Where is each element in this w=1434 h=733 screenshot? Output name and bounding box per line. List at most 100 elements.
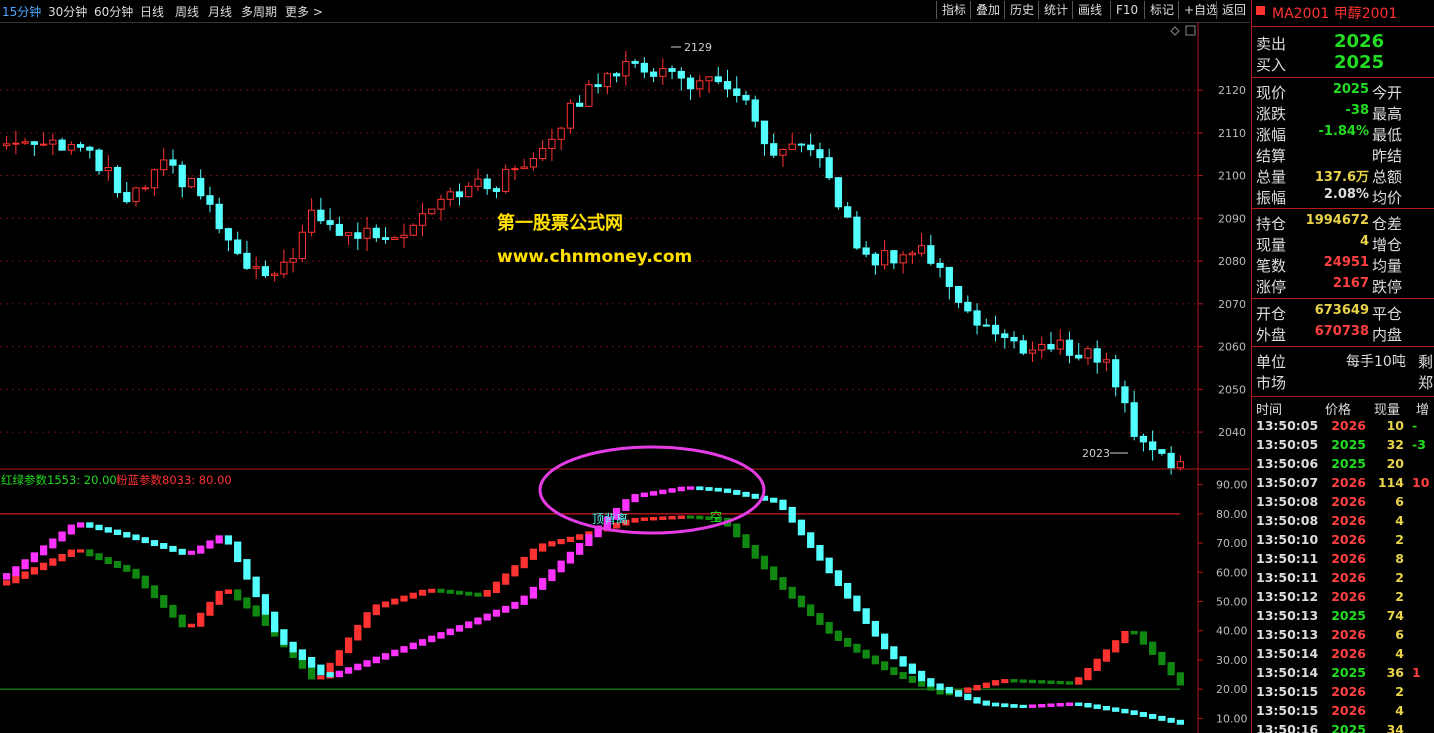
candle	[622, 61, 630, 77]
candle	[834, 177, 843, 208]
red-green-bar	[215, 590, 223, 605]
tick-row[interactable]: 13:50:08 2026 6	[1252, 494, 1434, 513]
tick-row[interactable]: 13:50:05 2026 10-	[1252, 418, 1434, 437]
tick-row[interactable]: 13:50:13 2026 6	[1252, 627, 1434, 646]
indicator-axis: 90.00 80.00 70.00 60.00 50.00 40.00 30.00 20.00…	[1198, 479, 1248, 725]
candle	[844, 206, 852, 218]
red-green-bar	[400, 595, 408, 602]
tick-row[interactable]: 13:50:13 2025 74	[1252, 608, 1434, 627]
quote-stat-label2: 均价	[1372, 189, 1403, 207]
market-row: 市场 郑	[1252, 372, 1434, 393]
position-stat-label2: 仓差	[1372, 215, 1403, 233]
buy-label: 买入	[1256, 56, 1287, 74]
red-green-bar	[991, 680, 1000, 686]
red-green-bar	[141, 575, 149, 589]
pink-blue-bar	[539, 578, 547, 590]
pink-blue-bar	[1010, 704, 1018, 708]
timeframe-more[interactable]: 更多 >	[285, 3, 323, 20]
tick-time: 13:50:05	[1256, 418, 1319, 433]
pink-blue-bar	[1038, 703, 1046, 708]
candle	[12, 142, 20, 145]
pink-blue-bar	[668, 488, 676, 493]
tick-row[interactable]: 13:50:14 2026 4	[1252, 646, 1434, 665]
candle	[908, 252, 916, 256]
candle	[760, 120, 769, 145]
timeframe-day[interactable]: 日线	[140, 3, 164, 20]
pink-blue-bar	[344, 667, 353, 674]
pink-blue-bar	[1019, 704, 1027, 708]
position-stat-value: 2167	[1332, 276, 1369, 291]
candle	[1075, 354, 1083, 359]
tick-row[interactable]: 13:50:10 2026 2	[1252, 532, 1434, 551]
candle	[631, 61, 639, 64]
red-green-bar	[381, 601, 390, 608]
tick-time: 13:50:07	[1256, 475, 1319, 490]
stats-button[interactable]: 统计	[1038, 1, 1073, 19]
tick-row[interactable]: 13:50:11 2026 8	[1252, 551, 1434, 570]
candle	[612, 73, 621, 77]
tick-row[interactable]: 13:50:08 2026 4	[1252, 513, 1434, 532]
red-green-bar	[95, 553, 103, 561]
red-green-bar	[1121, 630, 1129, 644]
red-green-bar	[1028, 679, 1037, 684]
candle	[640, 62, 648, 73]
red-green-bar	[160, 595, 168, 608]
quote-stat-row: 涨跌 -38 最高	[1252, 103, 1434, 124]
pink-blue-bar	[622, 499, 630, 511]
mark-button[interactable]: 标记	[1144, 1, 1179, 19]
candle	[696, 80, 704, 90]
timeframe-multi[interactable]: 多周期	[241, 3, 277, 20]
timeframe-30min[interactable]: 30分钟	[48, 3, 87, 20]
tick-row[interactable]: 13:50:06 2025 20	[1252, 456, 1434, 475]
tick-price: 2026	[1331, 513, 1366, 528]
candle	[1167, 452, 1175, 469]
divergence-label: 顶背离	[592, 511, 628, 526]
timeframe-60min[interactable]: 60分钟	[94, 3, 133, 20]
red-green-bar	[964, 687, 972, 693]
tick-row[interactable]: 13:50:16 2025 34	[1252, 722, 1434, 733]
red-green-bar	[539, 543, 547, 552]
f10-button[interactable]: F10	[1110, 1, 1143, 19]
tick-row[interactable]: 13:50:12 2026 2	[1252, 589, 1434, 608]
overlay-button[interactable]: 叠加	[970, 1, 1005, 19]
pink-blue-bar	[945, 686, 953, 694]
draw-button[interactable]: 画线	[1072, 1, 1107, 19]
chart-area[interactable]: 15分钟 30分钟 60分钟 日线 周线 月线 多周期 更多 > 指标 叠加 历…	[0, 0, 1250, 733]
pink-blue-bar	[67, 524, 75, 535]
tick-row[interactable]: 13:50:14 2025 36 1	[1252, 665, 1434, 684]
candle	[113, 166, 122, 194]
candle	[1130, 402, 1138, 437]
candle	[197, 177, 205, 197]
indicator-button[interactable]: 指标	[936, 1, 971, 19]
timeframe-month[interactable]: 月线	[208, 3, 232, 20]
pink-blue-bar	[1112, 707, 1120, 712]
pink-blue-bar	[816, 544, 824, 561]
kline-chart[interactable]: 2120 2110 2100 2090 2080 2070 2060 2050 2040 90.…	[0, 22, 1250, 733]
timeframe-week[interactable]: 周线	[175, 3, 199, 20]
tick-row[interactable]: 13:50:07 2026 114 10	[1252, 475, 1434, 494]
tick-row[interactable]: 13:50:15 2026 2	[1252, 684, 1434, 703]
red-green-bar	[982, 682, 990, 688]
red-green-bar	[428, 588, 436, 593]
back-button[interactable]: 返回	[1216, 1, 1251, 19]
history-button[interactable]: 历史	[1004, 1, 1039, 19]
price-tick-label: 2100	[1218, 170, 1246, 183]
window-icon[interactable]	[1185, 25, 1196, 36]
indicator-tick-label: 80.00	[1216, 508, 1248, 521]
candle	[1102, 359, 1111, 363]
candle	[520, 166, 528, 170]
candle	[686, 77, 695, 90]
red-green-bar	[123, 564, 131, 572]
pink-blue-bar	[927, 678, 935, 687]
pink-blue-bar	[770, 497, 778, 503]
candle	[437, 198, 445, 210]
tick-row[interactable]: 13:50:15 2026 4	[1252, 703, 1434, 722]
tick-row[interactable]: 13:50:11 2026 2	[1252, 570, 1434, 589]
candle	[1028, 349, 1037, 354]
tick-row[interactable]: 13:50:05 2025 32 -3	[1252, 437, 1434, 456]
diamond-icon[interactable]	[1170, 26, 1180, 36]
candle	[585, 84, 593, 107]
red-green-bar	[372, 604, 380, 616]
timeframe-15min[interactable]: 15分钟	[2, 3, 41, 20]
red-green-bar	[418, 589, 427, 596]
